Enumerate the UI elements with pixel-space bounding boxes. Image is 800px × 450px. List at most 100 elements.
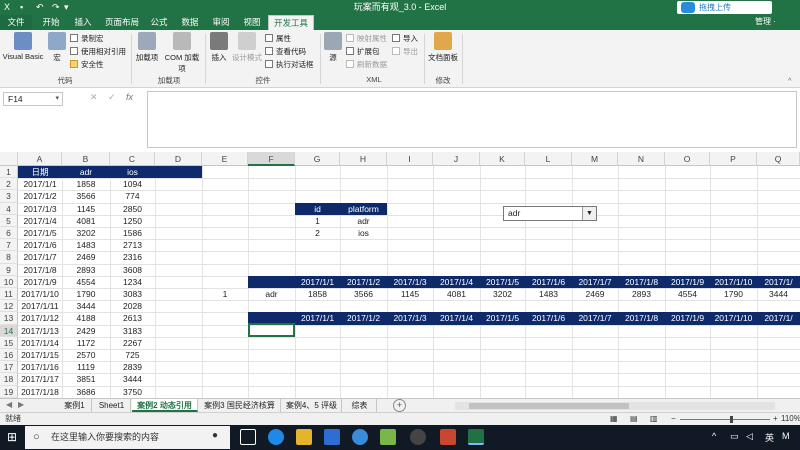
sheet-tab-case45[interactable]: 案例4、5 评级 xyxy=(282,399,342,412)
result-date-header[interactable]: 2017/1/ xyxy=(757,275,800,288)
result-date-header[interactable]: 2017/1/8 xyxy=(618,312,665,325)
platform-dropdown[interactable]: adr ▼ xyxy=(503,206,597,221)
table-cell[interactable]: 3183 xyxy=(110,325,155,337)
table-cell[interactable]: 1790 xyxy=(62,288,110,300)
result-value-cell[interactable]: 4554 xyxy=(665,288,710,300)
table-cell[interactable]: 2017/1/15 xyxy=(18,349,62,361)
lookup-cell[interactable]: ios xyxy=(340,227,387,239)
table-cell[interactable]: 3083 xyxy=(110,288,155,300)
row-header-18[interactable]: 18 xyxy=(0,373,18,386)
column-header-F[interactable]: F xyxy=(248,152,295,166)
sheet-tab-case2[interactable]: 案例2 动态引用 xyxy=(132,399,198,412)
table-cell[interactable]: 2850 xyxy=(110,203,155,215)
table-cell[interactable]: 3202 xyxy=(62,227,110,239)
tab-developer[interactable]: 开发工具 xyxy=(268,15,314,30)
active-cell-F14[interactable] xyxy=(248,323,295,337)
addins-button[interactable]: 加载项 xyxy=(134,32,160,63)
row-header-2[interactable]: 2 xyxy=(0,178,18,191)
table-cell[interactable]: 1858 xyxy=(62,178,110,190)
row-header-4[interactable]: 4 xyxy=(0,202,18,215)
result-date-header[interactable]: 2017/1/7 xyxy=(572,275,618,288)
microphone-icon[interactable]: ● xyxy=(212,430,218,441)
table-cell[interactable]: 2017/1/2 xyxy=(18,190,62,202)
result-date-header[interactable]: 2017/1/7 xyxy=(572,312,618,325)
table-cell[interactable]: 2267 xyxy=(110,337,155,349)
table-cell[interactable]: 2613 xyxy=(110,312,155,324)
sheet-tab-case1[interactable]: 案例1 xyxy=(58,399,92,412)
zoom-out-button[interactable]: − xyxy=(671,413,676,425)
column-header-K[interactable]: K xyxy=(480,152,525,166)
page-layout-view-icon[interactable]: ▤ xyxy=(630,413,638,425)
browser-icon[interactable] xyxy=(352,429,368,445)
table-cell[interactable]: 1094 xyxy=(110,178,155,190)
insert-function-icon[interactable]: fx xyxy=(126,92,133,102)
row-header-3[interactable]: 3 xyxy=(0,190,18,203)
ime-icon[interactable]: M xyxy=(782,431,790,441)
table-cell[interactable]: 1119 xyxy=(62,361,110,373)
row-header-6[interactable]: 6 xyxy=(0,227,18,240)
row-header-8[interactable]: 8 xyxy=(0,251,18,264)
table-header-cell[interactable]: adr xyxy=(62,166,110,179)
design-mode-button[interactable]: 设计模式 xyxy=(232,32,262,63)
name-box[interactable]: F14 ▾ xyxy=(3,92,63,106)
select-all-corner[interactable] xyxy=(0,152,18,166)
result-date-header[interactable]: 2017/1/6 xyxy=(525,312,572,325)
result-date-header[interactable]: 2017/1/4 xyxy=(433,275,480,288)
table-cell[interactable]: 2017/1/1 xyxy=(18,178,62,190)
tab-view[interactable]: 视图 xyxy=(239,15,265,30)
enter-icon[interactable]: ✓ xyxy=(108,92,116,103)
refresh-data-button[interactable]: 刷新数据 xyxy=(346,59,387,70)
macros-button[interactable]: 宏 xyxy=(48,32,66,63)
row-header-1[interactable]: 1 xyxy=(0,166,18,179)
row-header-5[interactable]: 5 xyxy=(0,214,18,227)
table-cell[interactable]: 3566 xyxy=(62,190,110,202)
table-cell[interactable]: 3686 xyxy=(62,386,110,398)
result-date-header[interactable]: 2017/1/8 xyxy=(618,275,665,288)
visual-basic-button[interactable]: Visual Basic xyxy=(2,32,44,61)
powerpoint-icon[interactable] xyxy=(440,429,456,445)
table-cell[interactable]: 2839 xyxy=(110,361,155,373)
import-button[interactable]: 导入 xyxy=(392,33,418,44)
table-cell[interactable]: 1483 xyxy=(62,239,110,251)
tab-home[interactable]: 开始 xyxy=(38,15,64,30)
lookup-header-cell[interactable]: platform xyxy=(340,202,387,215)
row-header-7[interactable]: 7 xyxy=(0,239,18,252)
row-header-13[interactable]: 13 xyxy=(0,312,18,325)
scrollbar-thumb[interactable] xyxy=(469,403,629,409)
match-index-cell[interactable]: 1 xyxy=(202,288,248,300)
result-value-cell[interactable]: 1790 xyxy=(710,288,757,300)
map-properties-button[interactable]: 映射属性 xyxy=(346,33,387,44)
horizontal-scrollbar[interactable] xyxy=(455,402,775,410)
row-header-14[interactable]: 14 xyxy=(0,324,18,337)
table-cell[interactable]: 2017/1/4 xyxy=(18,215,62,227)
row-header-19[interactable]: 19 xyxy=(0,385,18,398)
user-account[interactable]: 管理 · xyxy=(755,16,776,27)
table-cell[interactable]: 2429 xyxy=(62,325,110,337)
result-value-cell[interactable]: 1145 xyxy=(387,288,433,300)
result-platform-cell[interactable]: adr xyxy=(248,288,295,300)
result-value-cell[interactable]: 1858 xyxy=(295,288,340,300)
column-header-E[interactable]: E xyxy=(202,152,248,166)
input-language[interactable]: 英 xyxy=(765,431,774,444)
result-date-header[interactable]: 2017/1/2 xyxy=(340,312,387,325)
result-date-header[interactable]: 2017/1/3 xyxy=(387,275,433,288)
relative-reference-button[interactable]: 使用相对引用 xyxy=(70,46,126,57)
table-cell[interactable]: 2017/1/7 xyxy=(18,251,62,263)
tab-file[interactable]: 文件 xyxy=(0,15,32,30)
sheet-tab-sheet1[interactable]: Sheet1 xyxy=(93,399,131,412)
column-header-L[interactable]: L xyxy=(525,152,572,166)
table-cell[interactable]: 2017/1/16 xyxy=(18,361,62,373)
result-value-cell[interactable]: 3566 xyxy=(340,288,387,300)
table-cell[interactable]: 1172 xyxy=(62,337,110,349)
row-header-9[interactable]: 9 xyxy=(0,263,18,276)
result-value-cell[interactable]: 3202 xyxy=(480,288,525,300)
recorder-icon[interactable] xyxy=(410,429,426,445)
row-header-12[interactable]: 12 xyxy=(0,300,18,313)
table-cell[interactable]: 2017/1/18 xyxy=(18,386,62,398)
taskbar-search-box[interactable]: ○ 在这里输入你要搜索的内容 xyxy=(25,426,230,449)
table-cell[interactable]: 2017/1/6 xyxy=(18,239,62,251)
table-cell[interactable]: 3444 xyxy=(62,300,110,312)
result-value-cell[interactable]: 1483 xyxy=(525,288,572,300)
tab-insert[interactable]: 插入 xyxy=(70,15,96,30)
zoom-slider[interactable] xyxy=(680,416,770,423)
